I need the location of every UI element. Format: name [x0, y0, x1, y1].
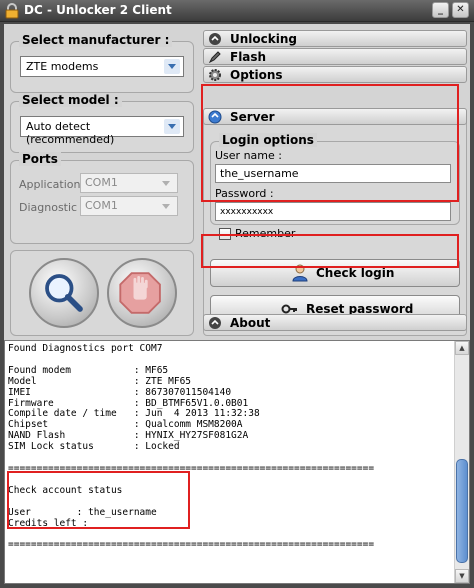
ports-label: Ports	[19, 152, 61, 166]
chevron-down-icon	[164, 119, 180, 134]
log-line: SIM Lock status : Locked	[8, 441, 180, 453]
manufacturer-value: ZTE modems	[26, 60, 99, 73]
chevron-down-icon	[164, 59, 180, 74]
username-label: User name :	[215, 149, 282, 162]
close-button[interactable]: ✕	[452, 2, 469, 18]
log-text: Found Diagnostics port COM7 Found modem …	[8, 343, 375, 551]
log-line: ========================================…	[8, 539, 375, 551]
chevron-up-icon	[209, 33, 221, 45]
log-line: User : the_username	[8, 506, 157, 518]
pen-icon	[208, 51, 221, 64]
gear-icon	[209, 69, 221, 81]
server-panel: Server Login options User name : the_use…	[203, 108, 467, 336]
stop-hand-icon	[119, 272, 161, 314]
application-port-select[interactable]: COM1	[80, 173, 178, 193]
manufacturer-label: Select manufacturer :	[19, 33, 173, 47]
log-line: IMEI : 867307011504140	[8, 386, 232, 398]
app-window: DC - Unlocker 2 Client _ ✕ Select manufa…	[0, 0, 474, 588]
chevron-down-icon	[162, 204, 170, 209]
ports-group: Ports Application COM1 Diagnostic COM1	[10, 152, 194, 244]
globe-icon	[208, 110, 222, 124]
log-line: Credits left :	[8, 517, 89, 529]
log-line: Found Diagnostics port COM7	[8, 343, 163, 354]
login-options-label: Login options	[219, 133, 317, 147]
tab-server[interactable]: Server	[203, 108, 467, 125]
password-label: Password :	[215, 187, 274, 200]
tab-about-label: About	[230, 316, 271, 330]
scroll-thumb[interactable]	[456, 459, 468, 563]
model-value: Auto detect (recommended)	[26, 120, 115, 146]
tab-unlocking[interactable]: Unlocking	[203, 30, 467, 47]
tab-options[interactable]: Options	[203, 66, 467, 83]
log-line: Model : ZTE MF65	[8, 375, 192, 387]
login-options-group: Login options User name : the_username P…	[210, 133, 460, 225]
tab-about[interactable]: About	[203, 314, 467, 331]
log-line: ========================================…	[8, 462, 375, 474]
model-label: Select model :	[19, 93, 122, 107]
manufacturer-select[interactable]: ZTE modems	[20, 56, 184, 77]
chevron-up-icon	[209, 317, 221, 329]
application-port-value: COM1	[85, 176, 118, 189]
check-login-label: Check login	[316, 266, 395, 280]
window-title: DC - Unlocker 2 Client	[24, 3, 172, 17]
diagnostic-port-select[interactable]: COM1	[80, 196, 178, 216]
username-input[interactable]: the_username	[215, 164, 451, 183]
tab-server-label: Server	[230, 110, 275, 124]
log-scrollbar[interactable]: ▲ ▼	[454, 341, 469, 583]
model-select[interactable]: Auto detect (recommended)	[20, 116, 184, 146]
scroll-down-arrow[interactable]: ▼	[455, 569, 469, 583]
tab-unlocking-label: Unlocking	[230, 32, 297, 46]
remember-checkbox[interactable]	[219, 228, 231, 240]
tab-flash[interactable]: Flash	[203, 48, 467, 65]
scroll-up-arrow[interactable]: ▲	[455, 341, 469, 355]
log-output[interactable]: Found Diagnostics port COM7 Found modem …	[4, 340, 470, 584]
chevron-down-icon	[162, 181, 170, 186]
model-group: Select model : Auto detect (recommended)	[10, 93, 194, 153]
padlock-icon	[5, 3, 19, 19]
remember-label: Remember	[235, 227, 296, 240]
title-bar[interactable]: DC - Unlocker 2 Client _ ✕	[0, 0, 474, 22]
user-icon	[292, 264, 308, 282]
detect-button[interactable]	[29, 258, 99, 328]
diagnostic-port-label: Diagnostic	[19, 201, 78, 214]
diagnostic-port-value: COM1	[85, 199, 118, 212]
password-input[interactable]: xxxxxxxxxx	[215, 202, 451, 221]
manufacturer-group: Select manufacturer : ZTE modems	[10, 33, 194, 93]
magnifier-icon	[45, 274, 83, 312]
application-port-label: Application	[19, 178, 81, 191]
action-group	[10, 250, 194, 336]
check-login-button[interactable]: Check login	[210, 259, 460, 287]
log-line: Check account status	[8, 484, 123, 496]
stop-button[interactable]	[107, 258, 177, 328]
tab-flash-label: Flash	[230, 50, 267, 64]
minimize-button[interactable]: _	[432, 2, 449, 18]
tab-options-label: Options	[230, 68, 283, 82]
